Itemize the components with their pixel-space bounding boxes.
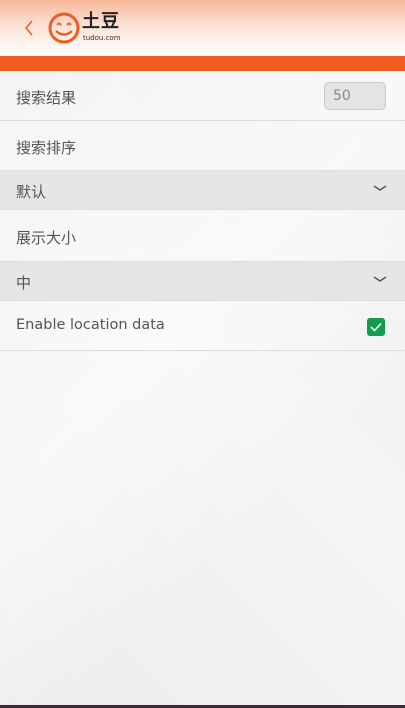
tudou-logo-text: 土豆 tudou.com — [82, 12, 128, 44]
chevron-down-icon — [373, 185, 387, 191]
location-row: Enable location data — [0, 301, 405, 351]
app-header: 土豆 tudou.com — [0, 0, 405, 56]
checkmark-icon — [370, 322, 382, 332]
logo-chinese: 土豆 — [82, 11, 120, 32]
location-checkbox[interactable] — [367, 318, 385, 336]
search-results-label: 搜索结果 — [16, 89, 77, 107]
search-sort-value: 默认 — [16, 183, 47, 201]
chevron-down-icon — [373, 276, 387, 282]
accent-bar — [0, 56, 405, 71]
display-size-select[interactable]: 中 — [0, 262, 405, 301]
search-sort-row: 搜索排序 — [0, 121, 405, 171]
display-size-value: 中 — [16, 274, 32, 292]
search-sort-select[interactable]: 默认 — [0, 171, 405, 210]
display-size-row: 展示大小 — [0, 210, 405, 262]
chevron-left-icon — [24, 20, 33, 36]
back-button[interactable] — [22, 15, 36, 41]
search-results-row: 搜索结果 50 — [0, 71, 405, 121]
search-results-input[interactable]: 50 — [324, 82, 386, 110]
display-size-label: 展示大小 — [16, 229, 77, 247]
logo-english: tudou.com — [83, 34, 121, 42]
location-label: Enable location data — [16, 317, 165, 333]
settings-list: 搜索结果 50 搜索排序 默认 展示大小 中 Enable location d… — [0, 71, 405, 351]
search-sort-label: 搜索排序 — [16, 139, 77, 157]
tudou-logo-icon — [48, 12, 80, 44]
